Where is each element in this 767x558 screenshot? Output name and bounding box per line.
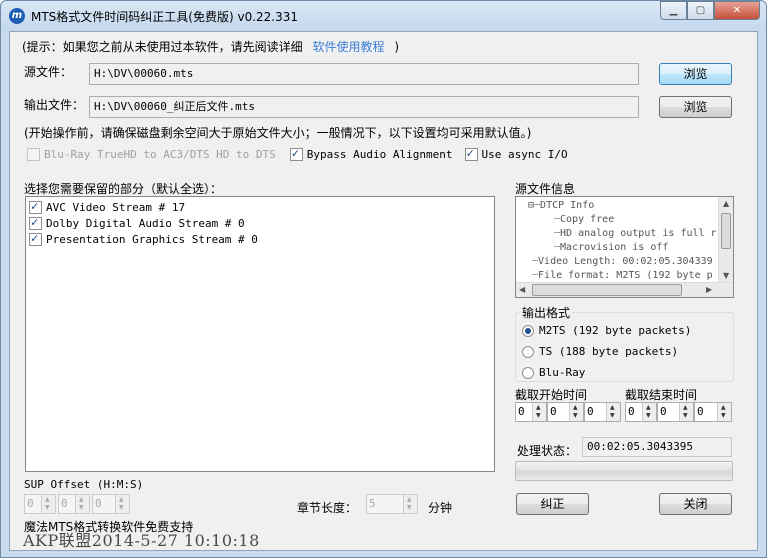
cut-end-label: 截取结束时间 <box>625 388 698 402</box>
vertical-scrollbar[interactable]: ▲ ▼ <box>718 197 733 283</box>
notice-text: (开始操作前，请确保磁盘剩余空间大于原始文件大小；一般情况下，以下设置均可采用默… <box>24 126 532 140</box>
horizontal-scrollbar[interactable]: ◀ ▶ <box>516 282 733 297</box>
cut-end-h[interactable]: 0 ▲ ▼ <box>625 402 657 422</box>
stream-checkbox[interactable] <box>29 231 42 246</box>
output-field[interactable]: H:\DV\00060_纠正后文件.mts <box>89 96 639 118</box>
sup-s[interactable]: 0 ▲ ▼ <box>92 494 130 514</box>
tree-node[interactable]: ┈File format: M2TS (192 byte p <box>532 270 713 281</box>
chapter-length-spinner[interactable]: 5 ▲ ▼ <box>366 494 418 514</box>
tree-node[interactable]: ⊟┈DTCP Info <box>528 200 594 211</box>
tip-line: (提示：如果您之前从未使用过本软件，请先阅读详细 软件使用教程 ) <box>22 38 399 55</box>
cut-end-s[interactable]: 0 ▲ ▼ <box>694 402 732 422</box>
format-option-bluray[interactable]: Blu-Ray <box>522 366 585 379</box>
bypass-audio-label: Bypass Audio Alignment <box>306 148 453 161</box>
scroll-down-icon[interactable]: ▼ <box>723 271 729 280</box>
cut-start-label: 截取开始时间 <box>515 388 588 402</box>
stream-checkbox[interactable] <box>29 199 42 214</box>
tree-node[interactable]: ┈Video Length: 00:02:05.304339 <box>532 256 713 267</box>
cut-end-m[interactable]: 0 ▲ ▼ <box>657 402 694 422</box>
browse-source-button[interactable]: 浏览 <box>659 63 732 85</box>
title-bar[interactable]: m MTS格式文件时间码纠正工具(免费版) v0.22.331 ▁ ▢ ✕ <box>1 1 766 31</box>
list-item[interactable]: Presentation Graphics Stream # 0 <box>29 231 258 247</box>
stream-label: AVC Video Stream # 17 <box>46 200 186 214</box>
tutorial-link[interactable]: 软件使用教程 <box>313 40 385 54</box>
sup-offset-label: SUP Offset (H:M:S) <box>24 478 144 491</box>
output-format-label: 输出格式 <box>520 304 573 321</box>
scroll-left-icon[interactable]: ◀ <box>519 285 525 294</box>
streams-label: 选择您需要保留的部分（默认全选）： <box>24 182 223 196</box>
format-label: Blu-Ray <box>539 366 586 379</box>
correct-button[interactable]: 纠正 <box>516 493 589 515</box>
cut-start-h[interactable]: 0 ▲ ▼ <box>515 402 547 422</box>
app-icon: m <box>9 8 25 24</box>
bypass-audio-checkbox[interactable] <box>289 146 303 161</box>
dialog-body: (提示：如果您之前从未使用过本软件，请先阅读详细 软件使用教程 ) 源文件： H… <box>9 31 758 551</box>
radio-m2ts[interactable] <box>522 324 534 337</box>
bluray-audio-label: Blu-Ray TrueHD to AC3/DTS HD to DTS <box>44 148 276 161</box>
format-label: M2TS (192 byte packets) <box>539 324 692 337</box>
streams-list[interactable]: AVC Video Stream # 17 Dolby Digital Audi… <box>25 196 495 472</box>
cut-start-m[interactable]: 0 ▲ ▼ <box>547 402 584 422</box>
bluray-audio-checkbox[interactable] <box>27 148 40 161</box>
app-window: m MTS格式文件时间码纠正工具(免费版) v0.22.331 ▁ ▢ ✕ (提… <box>0 0 767 558</box>
stream-label: Presentation Graphics Stream # 0 <box>46 232 258 246</box>
close-icon[interactable]: ✕ <box>714 1 760 20</box>
output-label: 输出文件： <box>24 98 85 112</box>
format-label: TS (188 byte packets) <box>539 345 679 358</box>
option-row: Blu-Ray TrueHD to AC3/DTS HD to DTS Bypa… <box>27 146 568 161</box>
scroll-thumb[interactable] <box>532 284 682 296</box>
stream-label: Dolby Digital Audio Stream # 0 <box>46 216 245 230</box>
source-field[interactable]: H:\DV\00060.mts <box>89 63 639 85</box>
sup-m[interactable]: 0 ▲ ▼ <box>58 494 90 514</box>
scroll-thumb[interactable] <box>721 213 731 249</box>
radio-ts[interactable] <box>522 345 534 358</box>
source-info-label: 源文件信息 <box>515 182 576 196</box>
format-option-m2ts[interactable]: M2TS (192 byte packets) <box>522 324 691 337</box>
tip-prefix: (提示：如果您之前从未使用过本软件，请先阅读详细 <box>22 40 303 54</box>
minimize-icon[interactable]: ▁ <box>660 1 687 20</box>
list-item[interactable]: Dolby Digital Audio Stream # 0 <box>29 215 245 231</box>
browse-output-button[interactable]: 浏览 <box>659 96 732 118</box>
timestamp-watermark: AKP联盟2014-5-27 10:10:18 <box>23 531 260 550</box>
source-info-tree[interactable]: ⊟┈DTCP Info ┈Copy free ┈HD analog output… <box>515 196 734 298</box>
sup-h[interactable]: 0 ▲ ▼ <box>24 494 56 514</box>
status-label: 处理状态： <box>517 444 578 458</box>
cut-start-s[interactable]: 0 ▲ ▼ <box>584 402 621 422</box>
tree-node[interactable]: ┈HD analog output is full r <box>554 228 717 239</box>
tree-node[interactable]: ┈Macrovision is off <box>554 242 668 253</box>
stream-checkbox[interactable] <box>29 215 42 230</box>
window-title: MTS格式文件时间码纠正工具(免费版) v0.22.331 <box>31 10 299 24</box>
maximize-icon[interactable]: ▢ <box>687 1 714 20</box>
progress-bar <box>515 461 733 481</box>
format-option-ts[interactable]: TS (188 byte packets) <box>522 345 678 358</box>
radio-bluray[interactable] <box>522 366 534 379</box>
chapter-label: 章节长度： <box>297 501 358 515</box>
status-value: 00:02:05.3043395 <box>582 437 732 457</box>
async-io-checkbox[interactable] <box>464 146 478 161</box>
scroll-up-icon[interactable]: ▲ <box>723 199 729 208</box>
async-io-label: Use async I/O <box>481 148 568 161</box>
window-controls: ▁ ▢ ✕ <box>660 1 760 20</box>
source-label: 源文件： <box>24 65 73 79</box>
list-item[interactable]: AVC Video Stream # 17 <box>29 199 185 215</box>
close-button[interactable]: 关闭 <box>659 493 732 515</box>
tree-node[interactable]: ┈Copy free <box>554 214 614 225</box>
tip-suffix: ) <box>394 40 400 54</box>
scroll-right-icon[interactable]: ▶ <box>706 285 712 294</box>
chapter-unit: 分钟 <box>428 501 453 515</box>
